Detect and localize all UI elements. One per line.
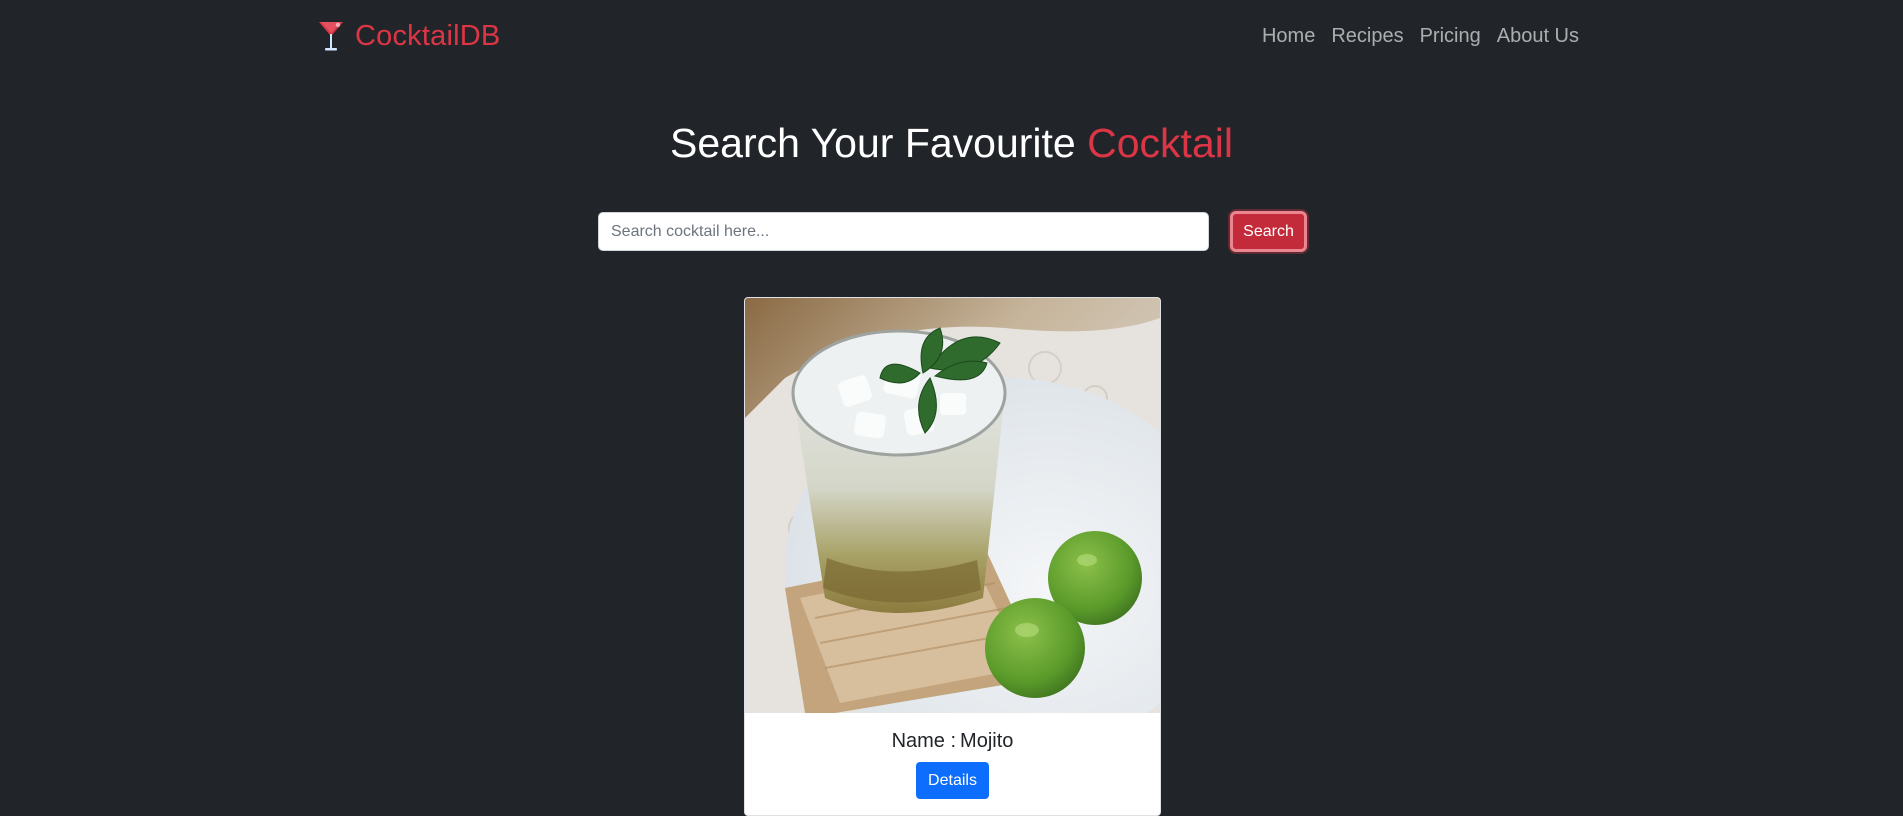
mojito-photo (745, 298, 1160, 713)
cocktail-name: Name : Mojito (745, 730, 1160, 753)
cocktail-glass-icon (319, 22, 343, 51)
nav-link-pricing[interactable]: Pricing (1420, 25, 1481, 48)
card-body: Name : Mojito Details (745, 713, 1160, 815)
details-button[interactable]: Details (916, 762, 989, 799)
nav-links: Home Recipes Pricing About Us (1246, 20, 1579, 52)
nav-link-home[interactable]: Home (1262, 25, 1315, 48)
page-title-prefix: Search Your Favourite (670, 120, 1076, 166)
name-label: Name : (891, 730, 957, 752)
cocktail-card: Name : Mojito Details (744, 297, 1161, 816)
brand-name: CocktailDB (355, 19, 501, 52)
navbar: CocktailDB Home Recipes Pricing About Us (0, 0, 1903, 72)
nav-link-recipes[interactable]: Recipes (1331, 25, 1403, 48)
page-title: Search Your Favourite Cocktail (0, 118, 1903, 168)
search-input[interactable] (598, 212, 1209, 251)
search-button[interactable]: Search (1230, 211, 1307, 252)
nav-link-about-us[interactable]: About Us (1497, 25, 1579, 48)
name-value: Mojito (960, 730, 1014, 752)
page-title-accent: Cocktail (1087, 120, 1233, 166)
brand-link[interactable]: CocktailDB (317, 18, 500, 54)
